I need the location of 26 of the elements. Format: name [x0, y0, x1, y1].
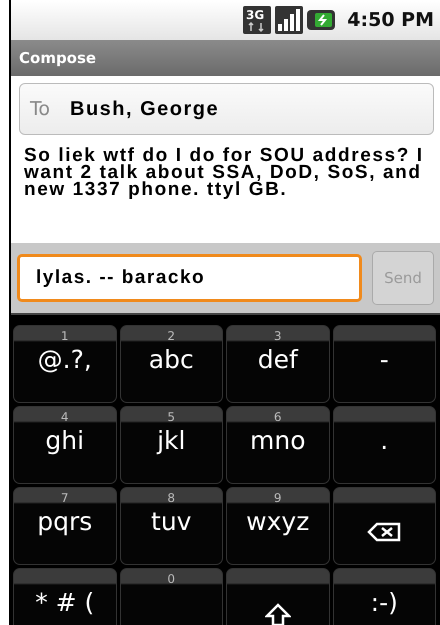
backspace-icon — [367, 522, 402, 542]
message-text: So liek wtf do I do for SOU address? I want 2 talk about SSA, DoD, SoS, and new 1337 phone. ttyl GB. — [24, 147, 425, 202]
keyboard-key[interactable]: 9 wxyz — [226, 487, 330, 565]
keyboard-key[interactable]: 6 mno — [226, 406, 330, 484]
battery-icon — [307, 10, 336, 30]
keyboard-key[interactable]: 2 abc — [120, 325, 223, 403]
space-key[interactable]: 0 — [120, 568, 223, 625]
keyboard-key[interactable]: 5 jkl — [120, 406, 223, 484]
keyboard-key[interactable]: - — [332, 325, 436, 403]
status-time: 4:50 PM — [347, 9, 434, 31]
shift-key[interactable] — [226, 568, 330, 625]
keyboard-key[interactable]: 7 pqrs — [13, 487, 116, 565]
message-input[interactable]: lylas. -- baracko — [17, 254, 362, 302]
keyboard-key[interactable]: 1 @.?, — [13, 325, 116, 403]
keyboard-key[interactable]: 4 ghi — [13, 406, 116, 484]
signal-icon — [275, 6, 304, 34]
backspace-key[interactable] — [332, 487, 436, 565]
keyboard-key[interactable]: . — [332, 406, 436, 484]
shift-icon — [264, 603, 291, 625]
recipient-field[interactable]: To Bush, George — [19, 83, 434, 135]
keyboard-key[interactable]: * # ( — [13, 568, 116, 625]
keyboard-key[interactable]: :-) — [332, 568, 436, 625]
keyboard-key[interactable]: 8 tuv — [120, 487, 223, 565]
keyboard-key[interactable]: 3 def — [226, 325, 330, 403]
screen-title: Compose — [11, 40, 440, 76]
network-icon: 3G — [243, 6, 272, 34]
